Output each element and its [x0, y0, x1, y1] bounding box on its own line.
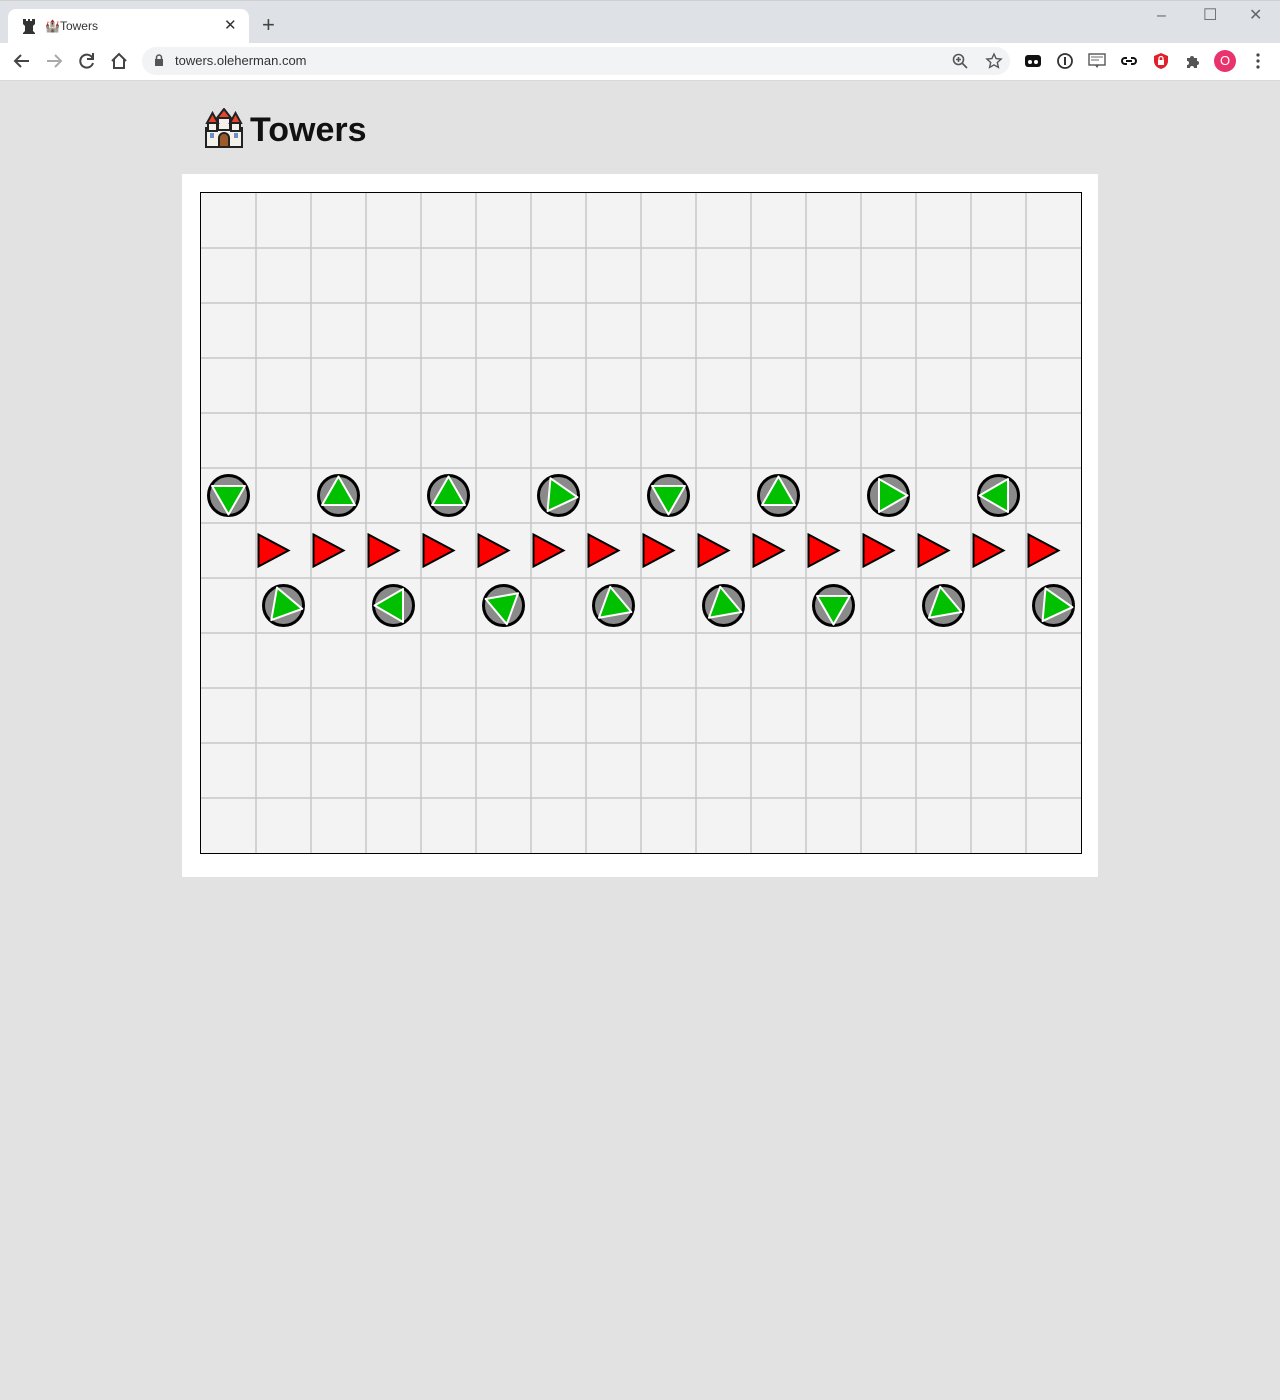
enemy-triangle [422, 532, 456, 569]
browser-toolbar: towers.oleherman.com O [0, 43, 1280, 81]
enemy-triangle [367, 532, 401, 569]
close-tab-icon[interactable]: ✕ [224, 18, 237, 34]
tower[interactable] [317, 474, 360, 517]
enemy-triangle [587, 532, 621, 569]
tab-title: 🏰Towers [45, 19, 98, 33]
tower[interactable] [812, 584, 855, 627]
enemy-triangle [917, 532, 951, 569]
back-icon[interactable] [12, 51, 32, 71]
tower[interactable] [207, 474, 250, 517]
enemy-triangle [532, 532, 566, 569]
tower[interactable] [977, 474, 1020, 517]
link-icon[interactable] [1120, 52, 1138, 70]
tab-manager-icon[interactable] [1024, 52, 1042, 70]
tower[interactable] [537, 474, 580, 517]
game-board[interactable] [200, 192, 1082, 854]
enemy-triangle [752, 532, 786, 569]
grid-lines [201, 193, 1081, 853]
url-text: towers.oleherman.com [175, 53, 307, 68]
reload-icon[interactable] [77, 51, 97, 71]
tower[interactable] [922, 584, 965, 627]
puzzle-icon[interactable] [1184, 52, 1202, 70]
game-panel [182, 174, 1098, 877]
maximize-icon[interactable]: ☐ [1203, 7, 1217, 25]
tower[interactable] [592, 584, 635, 627]
profile-avatar[interactable]: O [1214, 50, 1236, 72]
game-canvas[interactable] [201, 193, 1081, 853]
home-icon[interactable] [109, 51, 129, 71]
zoom-icon[interactable] [952, 53, 968, 69]
enemy-triangle [477, 532, 511, 569]
browser-tab[interactable]: 🏰Towers ✕ [8, 9, 249, 44]
castle-icon [205, 108, 243, 148]
tower[interactable] [647, 474, 690, 517]
window-close-icon[interactable]: ✕ [1249, 7, 1262, 25]
tower[interactable] [757, 474, 800, 517]
tower[interactable] [482, 584, 525, 627]
menu-kebab-icon[interactable] [1252, 52, 1264, 70]
bookmark-star-icon[interactable] [985, 52, 1003, 70]
tower[interactable] [702, 584, 745, 627]
minimize-icon[interactable]: – [1157, 7, 1166, 25]
info-icon[interactable] [1056, 52, 1074, 70]
tab-strip: 🏰Towers ✕ + – ☐ ✕ [0, 0, 1280, 44]
tower[interactable] [1032, 584, 1075, 627]
enemy-triangle [257, 532, 291, 569]
tower[interactable] [262, 584, 305, 627]
enemy-triangle [972, 532, 1006, 569]
page-title: Towers [250, 111, 367, 149]
tower[interactable] [427, 474, 470, 517]
tower[interactable] [867, 474, 910, 517]
enemy-triangle [312, 532, 346, 569]
card-icon[interactable] [1088, 52, 1106, 70]
forward-icon[interactable] [44, 51, 64, 71]
address-bar[interactable]: towers.oleherman.com [142, 47, 1010, 75]
tower[interactable] [372, 584, 415, 627]
enemy-triangle [807, 532, 841, 569]
enemy-triangle [642, 532, 676, 569]
rook-icon [23, 19, 35, 34]
lock-icon [155, 54, 163, 66]
enemy-triangle [1027, 532, 1061, 569]
enemy-triangle [862, 532, 896, 569]
enemy-triangle [697, 532, 731, 569]
shield-icon[interactable] [1152, 52, 1170, 70]
new-tab-icon[interactable]: + [262, 14, 275, 36]
